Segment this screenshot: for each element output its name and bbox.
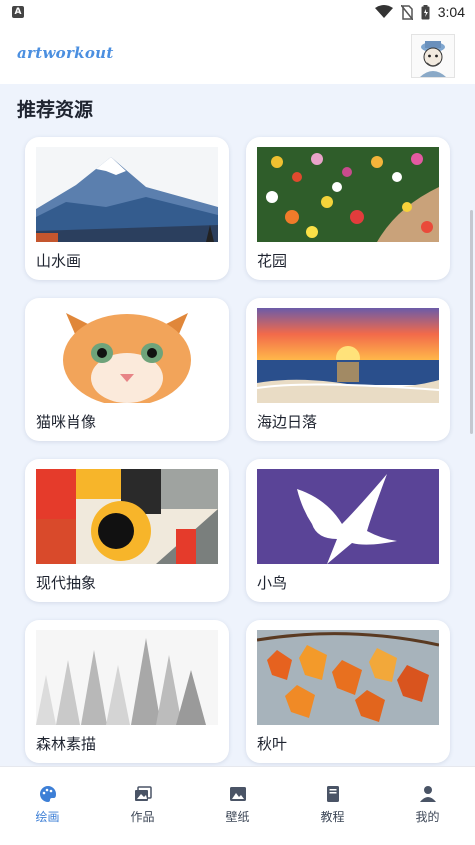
mountain-landscape-image: [36, 147, 218, 242]
section-title: 推荐资源: [17, 99, 94, 121]
nav-label: 教程: [320, 810, 345, 824]
card-label: 秋叶: [257, 735, 288, 753]
gallery-icon: [134, 786, 152, 801]
bottom-nav: 绘画 作品 壁纸 教程 我的: [0, 766, 475, 845]
image-icon: [229, 787, 246, 801]
nav-tab-wallpaper[interactable]: 壁纸: [190, 767, 285, 845]
cat-portrait-image: [36, 308, 218, 403]
autumn-leaves-image: [257, 630, 439, 725]
card-label: 山水画: [36, 252, 82, 270]
resource-card-mountain[interactable]: 山水画: [25, 137, 229, 280]
resource-card-forest[interactable]: 森林素描: [25, 620, 229, 763]
nav-label: 壁纸: [225, 810, 250, 824]
card-label: 森林素描: [36, 735, 97, 753]
resource-card-autumn[interactable]: 秋叶: [246, 620, 450, 763]
card-label: 猫咪肖像: [36, 413, 97, 431]
bird-image: [257, 469, 439, 564]
app-header: artworkout: [0, 26, 475, 84]
nav-label: 我的: [415, 810, 440, 824]
resource-card-abstract[interactable]: 现代抽象: [25, 459, 229, 602]
nav-tab-draw[interactable]: 绘画: [0, 767, 95, 845]
app-logo[interactable]: artworkout: [17, 44, 114, 62]
resource-card-bird[interactable]: 小鸟: [246, 459, 450, 602]
nav-tab-tutorial[interactable]: 教程: [285, 767, 380, 845]
palette-icon: [39, 786, 56, 802]
battery-icon: [421, 4, 430, 19]
avatar[interactable]: [411, 34, 455, 78]
forest-sketch-image: [36, 630, 218, 725]
flower-garden-image: [257, 147, 439, 242]
avatar-sketch-icon: [412, 35, 454, 77]
card-label: 海边日落: [257, 413, 318, 431]
person-icon: [419, 786, 436, 802]
resource-card-cat[interactable]: 猫咪肖像: [25, 298, 229, 441]
no-sim-icon: [400, 4, 413, 20]
card-label: 花园: [257, 252, 288, 270]
status-time: 3:04: [437, 4, 465, 20]
notification-icon: A: [12, 6, 24, 18]
resource-card-garden[interactable]: 花园: [246, 137, 450, 280]
scrollbar[interactable]: [470, 210, 473, 434]
nav-label: 作品: [130, 810, 155, 824]
book-icon: [326, 786, 339, 802]
modern-abstract-image: [36, 469, 218, 564]
nav-tab-works[interactable]: 作品: [95, 767, 190, 845]
wifi-icon: [374, 5, 393, 18]
resource-card-sunset[interactable]: 海边日落: [246, 298, 450, 441]
nav-tab-me[interactable]: 我的: [380, 767, 475, 845]
nav-label: 绘画: [35, 810, 60, 824]
seaside-sunset-image: [257, 308, 439, 403]
status-bar: A 3:04: [0, 0, 475, 26]
card-label: 现代抽象: [36, 574, 97, 592]
status-icons: 3:04: [374, 4, 465, 20]
card-label: 小鸟: [257, 574, 288, 592]
